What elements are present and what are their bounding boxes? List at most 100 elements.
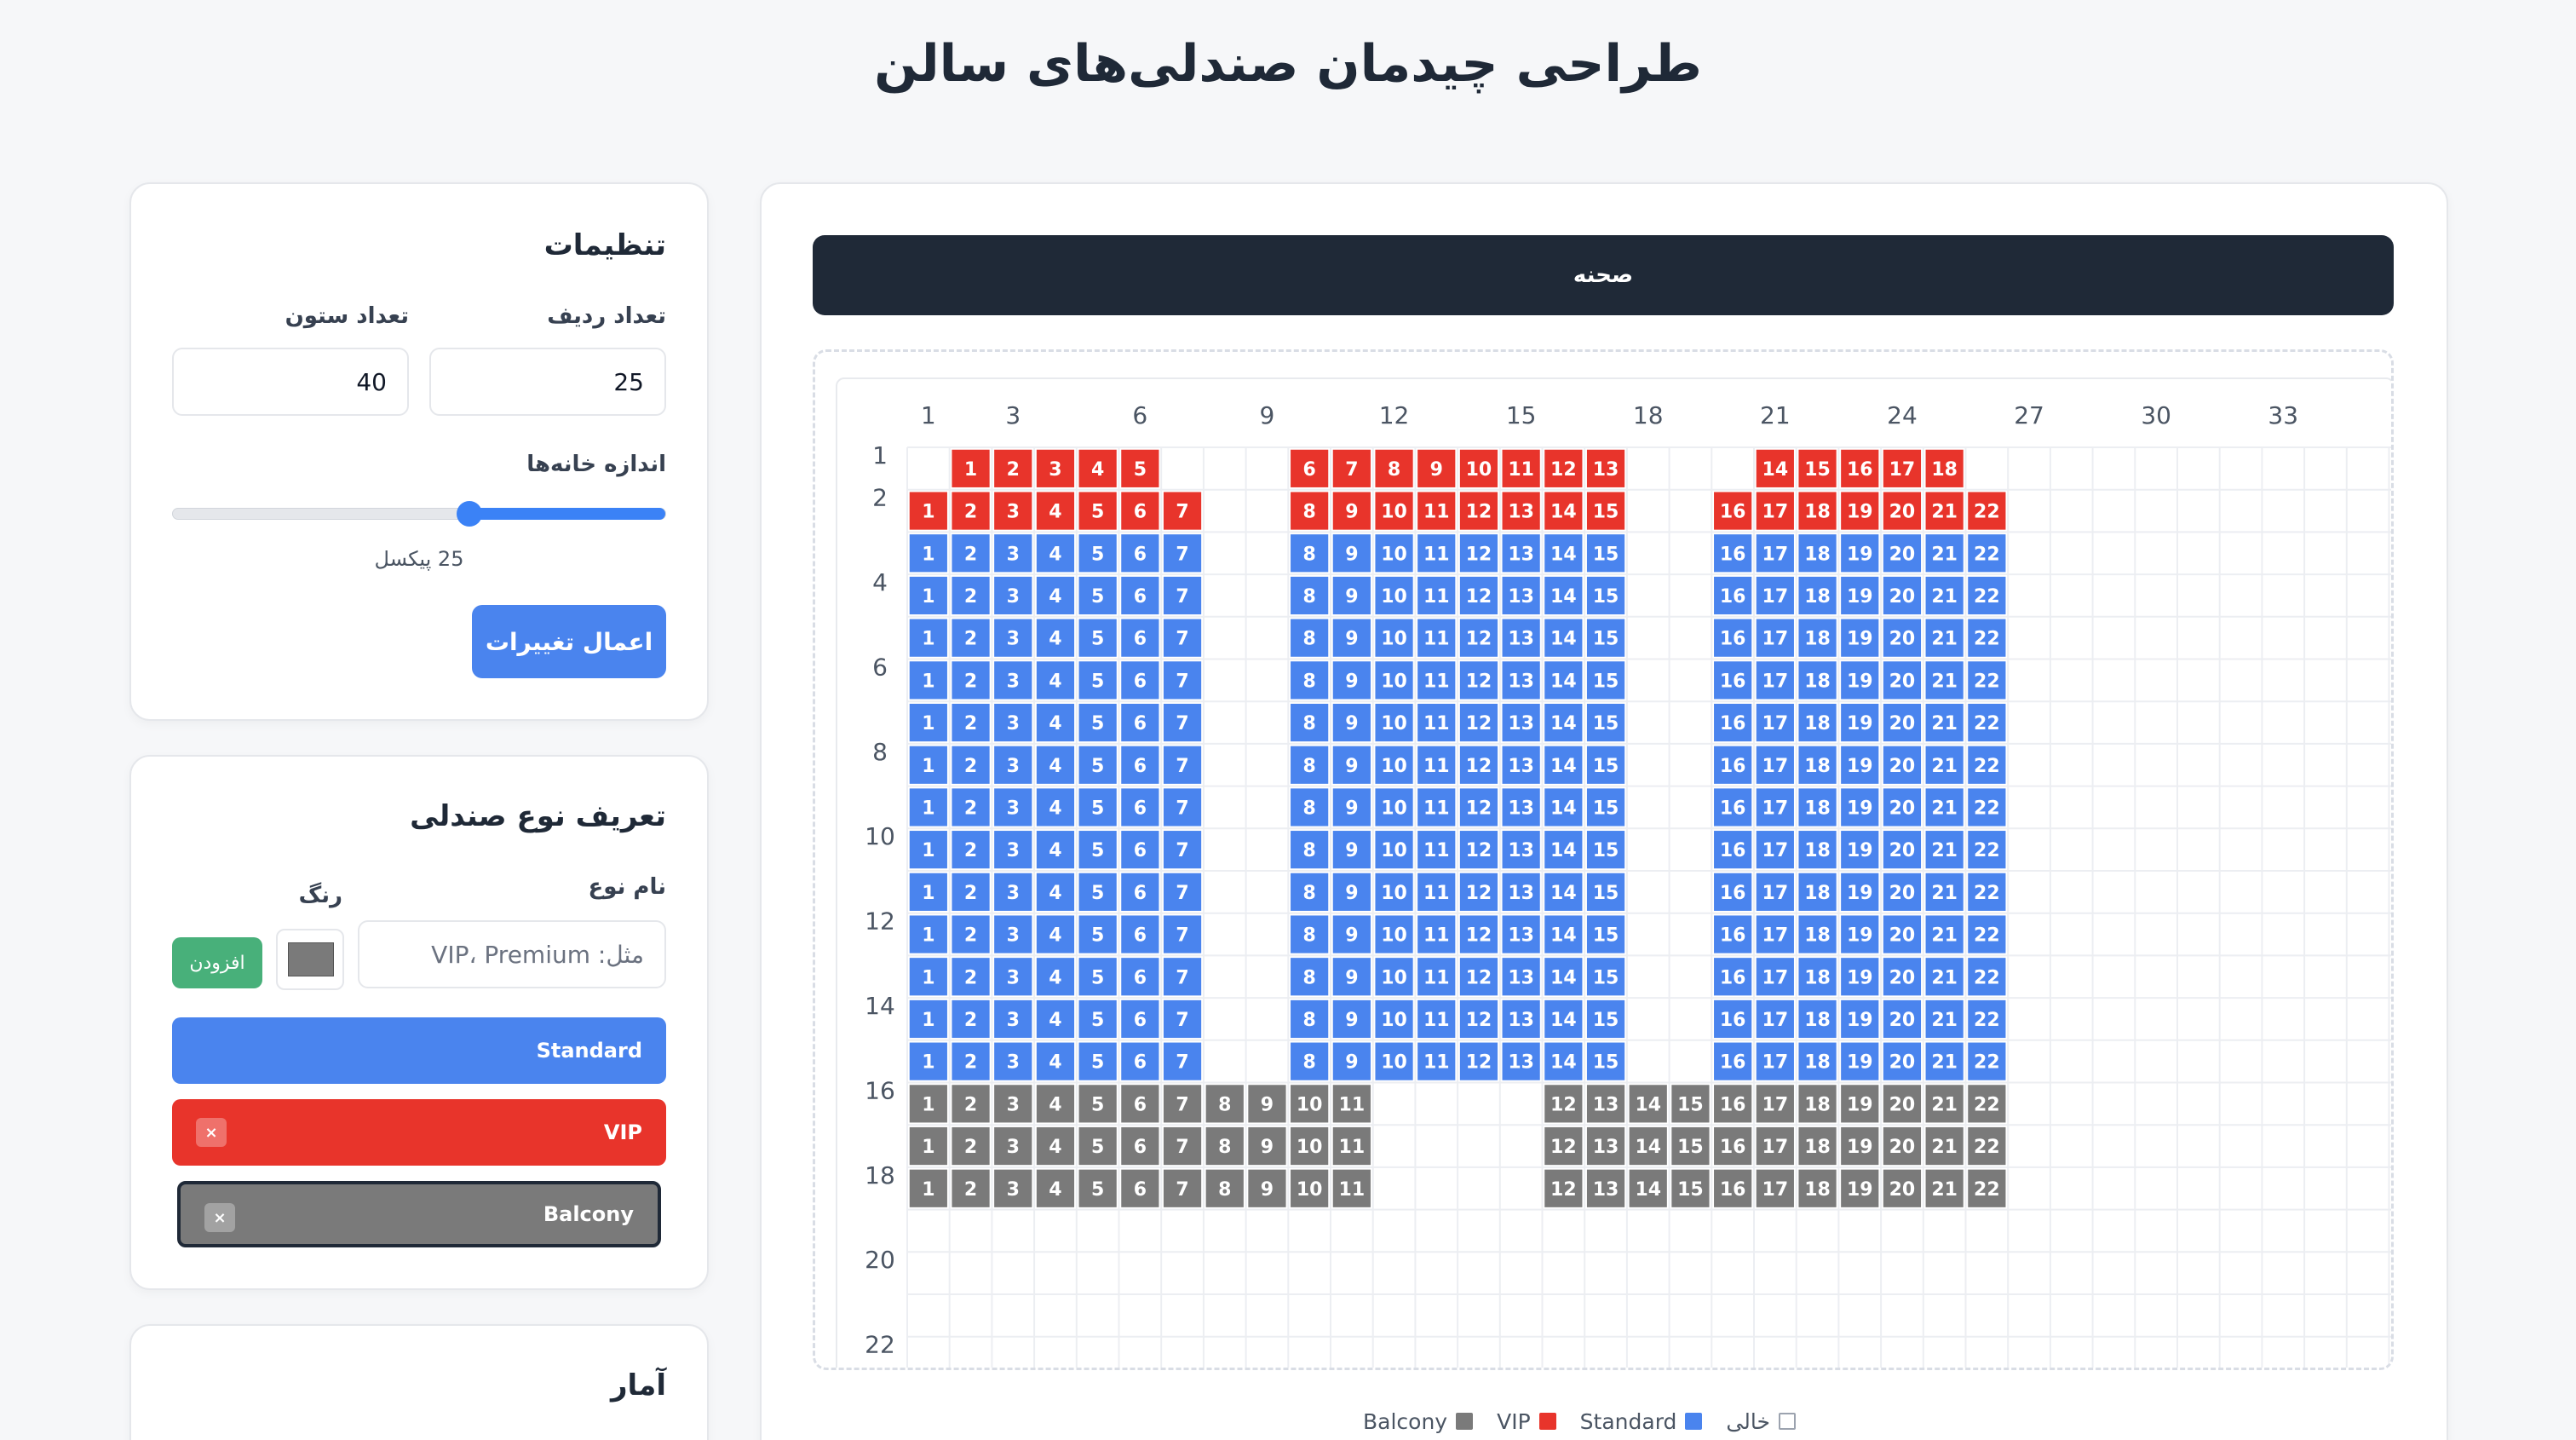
seat-standard[interactable]: 21 <box>1924 829 1965 870</box>
seat-balcony[interactable]: 9 <box>1246 1126 1288 1166</box>
seat-standard[interactable]: 8 <box>1289 745 1330 786</box>
seat-standard[interactable]: 6 <box>1119 702 1160 743</box>
seat-balcony[interactable]: 1 <box>908 1168 949 1209</box>
seat-standard[interactable]: 1 <box>908 913 949 955</box>
seat-balcony[interactable]: 8 <box>1205 1126 1245 1166</box>
seat-standard[interactable]: 16 <box>1712 618 1753 659</box>
seat-balcony[interactable]: 13 <box>1585 1083 1626 1124</box>
seat-balcony[interactable]: 13 <box>1585 1126 1626 1166</box>
seat-standard[interactable]: 17 <box>1755 533 1796 573</box>
seat-standard[interactable]: 4 <box>1035 533 1076 573</box>
seat-standard[interactable]: 11 <box>1416 786 1457 828</box>
seat-standard[interactable]: 10 <box>1373 829 1415 870</box>
seat-standard[interactable]: 8 <box>1289 913 1330 955</box>
seat-vip[interactable]: 9 <box>1331 490 1372 532</box>
seat-vip[interactable]: 4 <box>1078 448 1118 489</box>
seat-standard[interactable]: 13 <box>1501 702 1542 743</box>
seat-standard[interactable]: 20 <box>1882 533 1923 573</box>
seat-standard[interactable]: 17 <box>1755 702 1796 743</box>
seat-standard[interactable]: 19 <box>1839 660 1880 700</box>
seat-vip[interactable]: 7 <box>1162 490 1203 532</box>
seat-standard[interactable]: 12 <box>1458 913 1499 955</box>
seat-standard[interactable]: 20 <box>1882 745 1923 786</box>
seat-standard[interactable]: 15 <box>1585 618 1626 659</box>
seat-standard[interactable]: 18 <box>1797 702 1838 743</box>
seat-type-standard[interactable]: Standard <box>172 1017 666 1084</box>
seat-balcony[interactable]: 3 <box>992 1083 1033 1124</box>
seat-standard[interactable]: 11 <box>1416 533 1457 573</box>
seat-standard[interactable]: 21 <box>1924 533 1965 573</box>
seat-vip[interactable]: 22 <box>1966 490 2007 532</box>
seat-standard[interactable]: 15 <box>1585 913 1626 955</box>
seat-balcony[interactable]: 12 <box>1543 1083 1584 1124</box>
seat-standard[interactable]: 12 <box>1458 829 1499 870</box>
seat-standard[interactable]: 15 <box>1585 575 1626 616</box>
seat-balcony[interactable]: 11 <box>1331 1126 1372 1166</box>
seat-standard[interactable]: 6 <box>1119 745 1160 786</box>
seat-standard[interactable]: 7 <box>1162 1041 1203 1082</box>
seat-balcony[interactable]: 19 <box>1839 1126 1880 1166</box>
seat-standard[interactable]: 9 <box>1331 999 1372 1040</box>
seat-standard[interactable]: 5 <box>1078 702 1118 743</box>
seat-balcony[interactable]: 14 <box>1628 1168 1669 1209</box>
seat-standard[interactable]: 6 <box>1119 829 1160 870</box>
seat-standard[interactable]: 17 <box>1755 745 1796 786</box>
seat-standard[interactable]: 11 <box>1416 913 1457 955</box>
seat-standard[interactable]: 7 <box>1162 999 1203 1040</box>
seat-standard[interactable]: 8 <box>1289 956 1330 997</box>
seat-standard[interactable]: 20 <box>1882 913 1923 955</box>
seat-standard[interactable]: 11 <box>1416 1041 1457 1082</box>
seat-standard[interactable]: 1 <box>908 872 949 913</box>
seat-standard[interactable]: 8 <box>1289 702 1330 743</box>
seat-standard[interactable]: 5 <box>1078 618 1118 659</box>
add-type-button[interactable]: افزودن <box>172 937 262 988</box>
seat-standard[interactable]: 4 <box>1035 956 1076 997</box>
seat-standard[interactable]: 1 <box>908 786 949 828</box>
seat-standard[interactable]: 2 <box>950 913 992 955</box>
seat-standard[interactable]: 9 <box>1331 786 1372 828</box>
seat-standard[interactable]: 2 <box>950 872 992 913</box>
seat-balcony[interactable]: 15 <box>1670 1126 1711 1166</box>
seat-balcony[interactable]: 10 <box>1289 1168 1330 1209</box>
seat-standard[interactable]: 21 <box>1924 702 1965 743</box>
seat-standard[interactable]: 10 <box>1373 702 1415 743</box>
seat-balcony[interactable]: 7 <box>1162 1083 1203 1124</box>
remove-balcony-type-button[interactable]: × <box>204 1203 235 1232</box>
seat-standard[interactable]: 6 <box>1119 872 1160 913</box>
seat-balcony[interactable]: 19 <box>1839 1083 1880 1124</box>
seat-standard[interactable]: 10 <box>1373 575 1415 616</box>
seat-standard[interactable]: 15 <box>1585 745 1626 786</box>
seat-standard[interactable]: 2 <box>950 745 992 786</box>
seat-standard[interactable]: 5 <box>1078 999 1118 1040</box>
seat-standard[interactable]: 15 <box>1585 1041 1626 1082</box>
seat-standard[interactable]: 14 <box>1543 913 1584 955</box>
seat-standard[interactable]: 5 <box>1078 660 1118 700</box>
seat-standard[interactable]: 3 <box>992 660 1033 700</box>
seat-standard[interactable]: 4 <box>1035 829 1076 870</box>
seat-standard[interactable]: 17 <box>1755 872 1796 913</box>
seat-vip[interactable]: 2 <box>992 448 1033 489</box>
seat-standard[interactable]: 22 <box>1966 913 2007 955</box>
seat-standard[interactable]: 14 <box>1543 575 1584 616</box>
seat-standard[interactable]: 13 <box>1501 660 1542 700</box>
seat-standard[interactable]: 1 <box>908 999 949 1040</box>
seat-standard[interactable]: 13 <box>1501 533 1542 573</box>
seat-standard[interactable]: 21 <box>1924 956 1965 997</box>
seat-standard[interactable]: 13 <box>1501 618 1542 659</box>
seat-standard[interactable]: 1 <box>908 618 949 659</box>
seat-standard[interactable]: 17 <box>1755 786 1796 828</box>
seat-vip[interactable]: 5 <box>1119 448 1160 489</box>
seat-vip[interactable]: 4 <box>1035 490 1076 532</box>
seat-standard[interactable]: 21 <box>1924 1041 1965 1082</box>
seat-grid-svg[interactable]: 1 3 6 9 12 15 18 21 24 27 30 3312468101214161820221… <box>837 379 2394 1370</box>
seat-balcony[interactable]: 22 <box>1966 1083 2007 1124</box>
seat-standard[interactable]: 3 <box>992 1041 1033 1082</box>
seat-standard[interactable]: 9 <box>1331 956 1372 997</box>
seat-standard[interactable]: 16 <box>1712 533 1753 573</box>
seat-standard[interactable]: 22 <box>1966 618 2007 659</box>
seat-vip[interactable]: 10 <box>1373 490 1415 532</box>
seat-standard[interactable]: 5 <box>1078 1041 1118 1082</box>
seat-balcony[interactable]: 4 <box>1035 1168 1076 1209</box>
seat-standard[interactable]: 2 <box>950 999 992 1040</box>
seat-standard[interactable]: 11 <box>1416 745 1457 786</box>
